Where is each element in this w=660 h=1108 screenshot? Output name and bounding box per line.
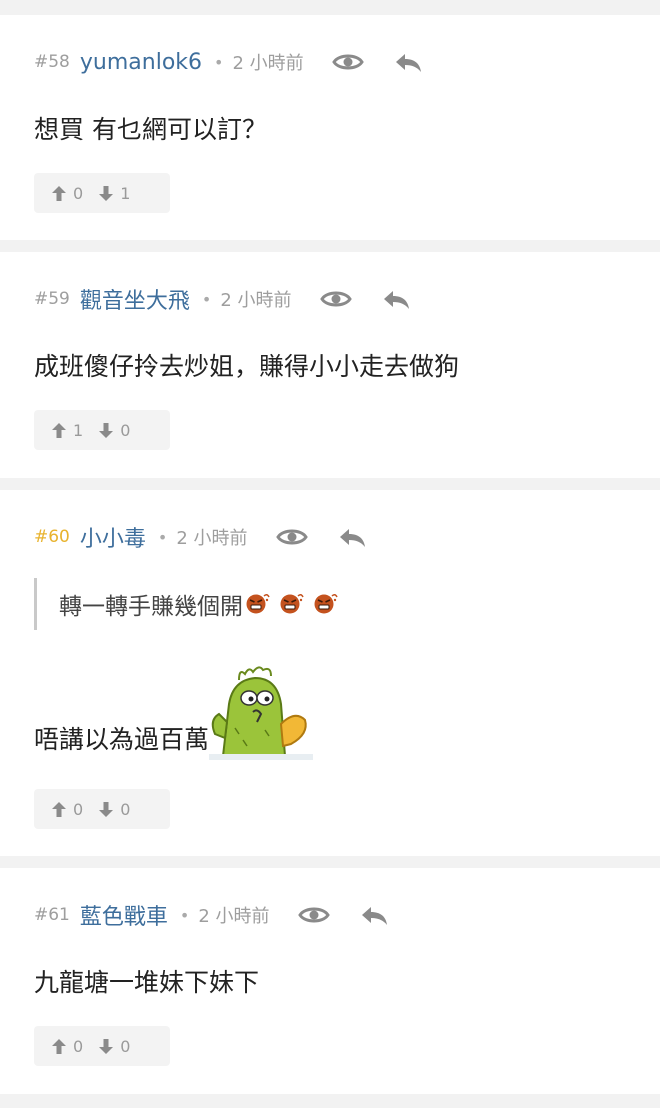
username-link[interactable]: 小小毒 (80, 521, 146, 553)
quoted-comment: 轉一轉手賺幾個開 (34, 578, 345, 630)
eye-icon[interactable] (276, 526, 308, 548)
comment-card: #61 藍色戰車 • 2 小時前 九龍塘一堆妹下妹下 0 0 (0, 868, 660, 1094)
downvote-button[interactable]: 0 (98, 1037, 130, 1056)
comment-meta: #58 yumanlok6 • 2 小時前 (34, 47, 422, 77)
reply-icon[interactable] (394, 51, 422, 73)
quote-text: 轉一轉手賺幾個開 (59, 594, 243, 620)
post-number: #59 (34, 289, 70, 309)
separator-dot: • (214, 52, 224, 72)
username-link[interactable]: 藍色戰車 (80, 899, 168, 931)
comment-meta: #61 藍色戰車 • 2 小時前 (34, 900, 388, 930)
arrow-up-icon (51, 185, 67, 202)
upvote-count: 0 (73, 1036, 84, 1056)
reply-icon[interactable] (360, 904, 388, 926)
vote-box: 0 0 (34, 1026, 170, 1066)
arrow-down-icon (98, 801, 114, 818)
upvote-button[interactable]: 0 (51, 800, 83, 819)
comment-card: #59 觀音坐大飛 • 2 小時前 成班傻仔拎去炒姐，賺得小小走去做狗 1 0 (0, 252, 660, 478)
username-link[interactable]: yumanlok6 (80, 50, 202, 75)
reply-icon[interactable] (382, 288, 410, 310)
post-time: 2 小時前 (176, 528, 248, 549)
eye-icon[interactable] (320, 288, 352, 310)
arrow-up-icon (51, 1038, 67, 1055)
post-time: 2 小時前 (232, 53, 304, 74)
downvote-count: 0 (120, 1036, 131, 1056)
upvote-count: 0 (73, 799, 84, 819)
comment-body: 唔講以為過百萬 (34, 725, 210, 754)
post-time: 2 小時前 (198, 906, 270, 927)
comment-meta: #59 觀音坐大飛 • 2 小時前 (34, 284, 410, 314)
arrow-down-icon (98, 185, 114, 202)
angry-face-emoji-icon (245, 592, 271, 616)
arrow-down-icon (98, 422, 114, 439)
username-link[interactable]: 觀音坐大飛 (80, 283, 190, 315)
angry-face-emoji-icon (279, 592, 305, 616)
separator-dot: • (179, 905, 190, 925)
comment-meta: #60 小小毒 • 2 小時前 (34, 522, 366, 552)
eye-icon[interactable] (332, 51, 364, 73)
angry-face-emoji-icon (313, 592, 339, 616)
downvote-button[interactable]: 0 (98, 800, 130, 819)
comment-body: 九龍塘一堆妹下妹下 (34, 968, 260, 997)
vote-box: 0 0 (34, 789, 170, 829)
post-number: #58 (34, 52, 70, 72)
downvote-count: 1 (120, 183, 131, 203)
arrow-down-icon (98, 1038, 114, 1055)
separator-dot: • (157, 527, 168, 547)
upvote-button[interactable]: 0 (51, 184, 83, 203)
eye-icon[interactable] (298, 904, 330, 926)
downvote-button[interactable]: 0 (98, 421, 130, 440)
separator-dot: • (201, 289, 212, 309)
comment-card: #60 小小毒 • 2 小時前 轉一轉手賺幾個開 唔講以為過百萬 0 0 (0, 490, 660, 856)
comment-body: 想買 有乜網可以訂？ (34, 115, 267, 144)
post-number: #61 (34, 905, 70, 925)
upvote-count: 0 (73, 183, 84, 203)
downvote-button[interactable]: 1 (98, 184, 130, 203)
comment-card: #58 yumanlok6 • 2 小時前 想買 有乜網可以訂？ 0 1 (0, 15, 660, 240)
arrow-up-icon (51, 422, 67, 439)
comment-body: 成班傻仔拎去炒姐，賺得小小走去做狗 (34, 352, 460, 381)
post-time: 2 小時前 (220, 290, 292, 311)
thread-page: #58 yumanlok6 • 2 小時前 想買 有乜網可以訂？ 0 1 #59… (0, 0, 660, 1108)
post-number: #60 (34, 527, 70, 547)
vote-box: 1 0 (34, 410, 170, 450)
reply-icon[interactable] (338, 526, 366, 548)
downvote-count: 0 (120, 420, 131, 440)
vote-box: 0 1 (34, 173, 170, 213)
downvote-count: 0 (120, 799, 131, 819)
comment-body-row: 唔講以為過百萬 (34, 650, 314, 760)
cactus-sticker-icon (209, 664, 314, 760)
upvote-count: 1 (73, 420, 84, 440)
arrow-up-icon (51, 801, 67, 818)
upvote-button[interactable]: 0 (51, 1037, 83, 1056)
upvote-button[interactable]: 1 (51, 421, 83, 440)
